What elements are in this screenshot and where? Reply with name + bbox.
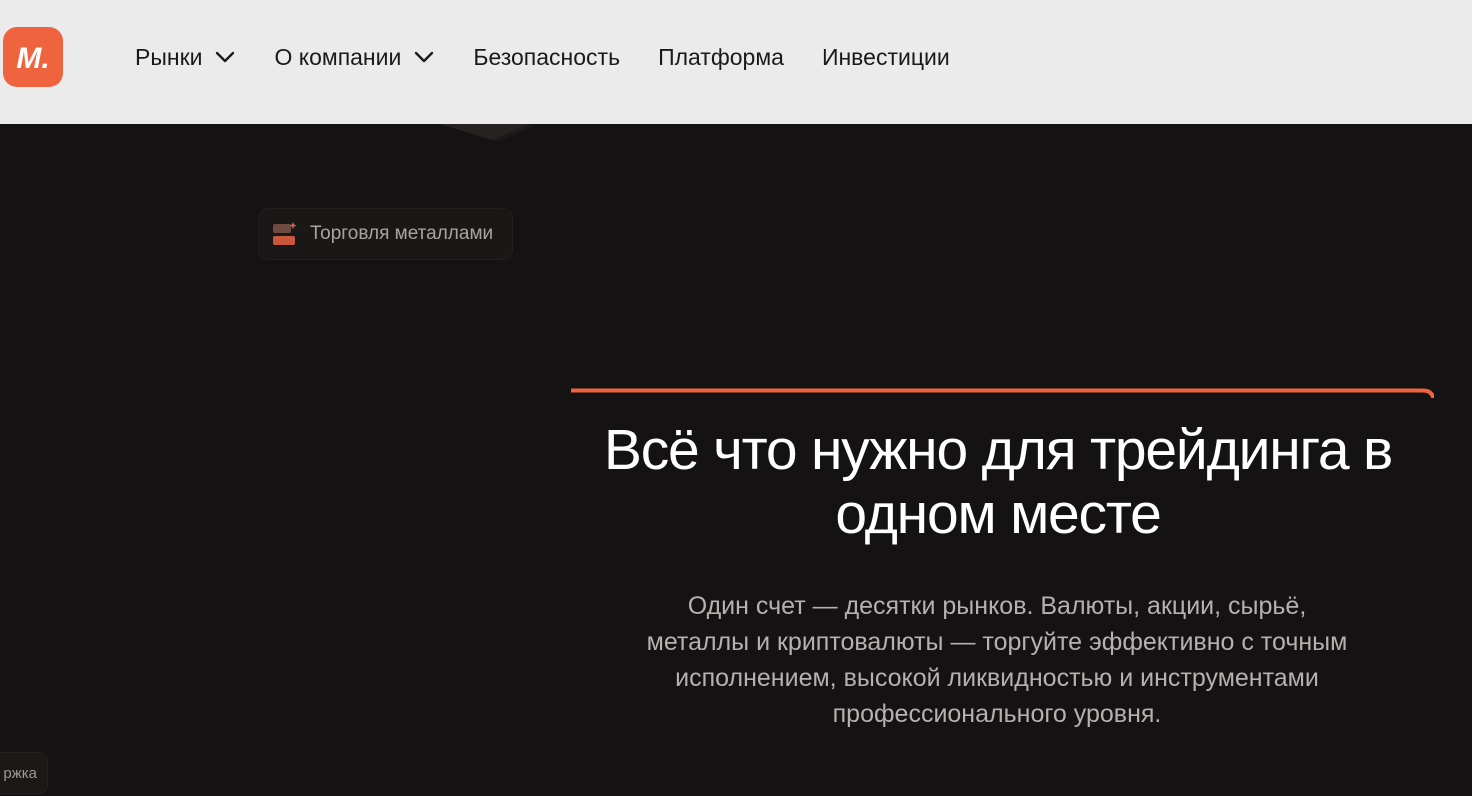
nav-item-label: Безопасность — [473, 43, 621, 70]
metals-trading-chip[interactable]: Торговля металлами — [258, 208, 513, 260]
metals-bars-icon — [273, 222, 297, 245]
hero-title-line: Всё что нужно для трейдинга в — [603, 418, 1393, 482]
nav-item-label: О компании — [274, 43, 402, 70]
chevron-down-icon — [214, 50, 236, 64]
support-button[interactable]: ржка — [0, 752, 48, 794]
accent-divider — [571, 388, 1434, 398]
hero-subtitle: Один счет — десятки рынков. Валюты, акци… — [580, 588, 1414, 732]
chip-label: Торговля металлами — [310, 223, 494, 244]
decorative-shape — [440, 124, 534, 142]
nav-item-label: Рынки — [135, 43, 203, 70]
nav-item-label: Инвестиции — [821, 43, 950, 70]
nav-item-platform[interactable]: Платформа — [658, 44, 784, 71]
hero-subtitle-line: металлы и криптовалюты — торгуйте эффект… — [646, 628, 1348, 656]
nav-item-label: Платформа — [658, 43, 784, 70]
hero-subtitle-line: исполнением, высокой ликвидностью и инст… — [675, 664, 1319, 692]
chevron-down-icon — [413, 50, 435, 64]
nav-item-markets[interactable]: Рынки — [135, 44, 236, 71]
hero-subtitle-line: Один счет — десятки рынков. Валюты, акци… — [687, 592, 1307, 620]
logo-text: M. — [16, 42, 49, 75]
logo-icon: M. — [3, 27, 63, 87]
nav-item-about[interactable]: О компании — [274, 44, 435, 71]
nav-item-investments[interactable]: Инвестиции — [822, 44, 950, 71]
main-nav: Рынки О компании Безопасность Платформа … — [135, 40, 988, 74]
nav-item-security[interactable]: Безопасность — [473, 44, 620, 71]
support-label: ржка — [3, 764, 37, 782]
site-header: M. Рынки О компании Безопасность Платфор… — [0, 0, 1472, 124]
hero-title: Всё что нужно для трейдинга в одном мест… — [572, 418, 1424, 546]
logo[interactable]: M. — [3, 27, 63, 87]
hero-subtitle-line: профессионального уровня. — [832, 700, 1162, 728]
hero-title-line: одном месте — [835, 482, 1161, 546]
